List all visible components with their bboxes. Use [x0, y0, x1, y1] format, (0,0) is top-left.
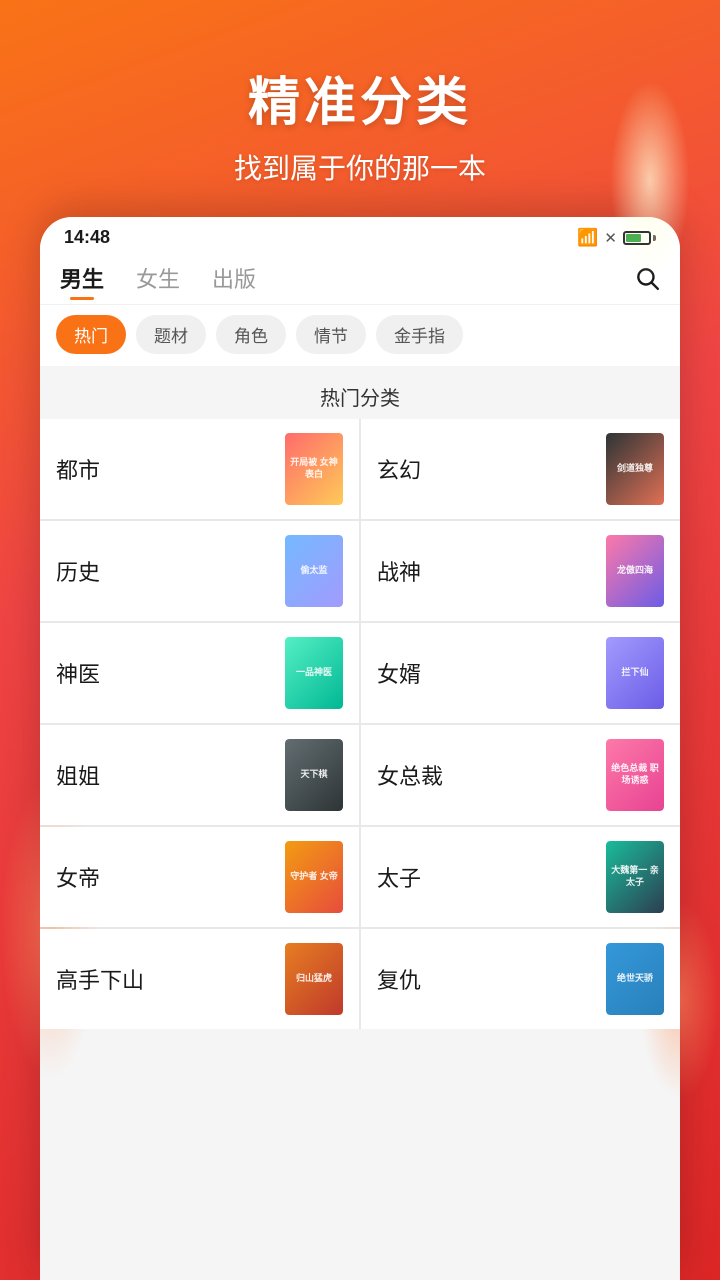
category-name-sonin: 女婿 — [377, 657, 606, 689]
category-name-war: 战神 — [377, 555, 606, 587]
category-cell-ceo[interactable]: 女总裁绝色总裁 职场诱惑 — [361, 725, 680, 825]
cover-img-empress: 守护者 女帝 — [285, 841, 343, 913]
status-icons: 📶 ✕ — [577, 228, 656, 248]
book-cover-doctor: 一品神医 — [285, 637, 343, 709]
section-title: 热门分类 — [40, 366, 680, 419]
category-cell-history[interactable]: 历史偷太监 — [40, 521, 359, 621]
book-cover-empress: 守护者 女帝 — [285, 841, 343, 913]
cover-text-prince: 大魏第一 亲太子 — [606, 861, 664, 892]
hero-section: 精准分类 找到属于你的那一本 — [0, 0, 720, 217]
category-cell-master[interactable]: 高手下山归山猛虎 — [40, 929, 359, 1029]
battery-fill — [626, 234, 641, 242]
category-cell-fantasy[interactable]: 玄幻剑道独尊 — [361, 419, 680, 519]
hero-subtitle: 找到属于你的那一本 — [40, 147, 680, 187]
cover-img-prince: 大魏第一 亲太子 — [606, 841, 664, 913]
category-cell-doctor[interactable]: 神医一品神医 — [40, 623, 359, 723]
category-name-doctor: 神医 — [56, 657, 285, 689]
tab-male[interactable]: 男生 — [60, 262, 104, 300]
book-cover-sonin: 拦下仙 — [606, 637, 664, 709]
cover-img-ceo: 绝色总裁 职场诱惑 — [606, 739, 664, 811]
category-cell-sonin[interactable]: 女婿拦下仙 — [361, 623, 680, 723]
filter-chips: 热门 题材 角色 情节 金手指 — [40, 305, 680, 366]
wifi-icon: 📶 — [577, 228, 598, 248]
book-cover-master: 归山猛虎 — [285, 943, 343, 1015]
status-time: 14:48 — [64, 227, 110, 248]
cover-img-sister: 天下棋 — [285, 739, 343, 811]
status-bar: 14:48 📶 ✕ — [40, 217, 680, 254]
book-cover-fantasy: 剑道独尊 — [606, 433, 664, 505]
cover-text-history: 偷太监 — [296, 561, 331, 581]
chip-theme[interactable]: 题材 — [136, 315, 206, 354]
cover-text-sonin: 拦下仙 — [617, 663, 652, 683]
cover-text-sister: 天下棋 — [296, 765, 331, 785]
category-name-sister: 姐姐 — [56, 759, 285, 791]
cover-text-fantasy: 剑道独尊 — [613, 459, 657, 479]
chip-golden[interactable]: 金手指 — [376, 315, 463, 354]
category-name-fantasy: 玄幻 — [377, 453, 606, 485]
category-name-ceo: 女总裁 — [377, 759, 606, 791]
book-cover-city: 开局被 女神表白 — [285, 433, 343, 505]
category-cell-empress[interactable]: 女帝守护者 女帝 — [40, 827, 359, 927]
hero-title: 精准分类 — [40, 60, 680, 135]
book-cover-sister: 天下棋 — [285, 739, 343, 811]
battery-tip — [653, 235, 656, 241]
cover-img-sonin: 拦下仙 — [606, 637, 664, 709]
nav-tabs: 男生 女生 出版 — [40, 254, 680, 305]
category-name-revenge: 复仇 — [377, 963, 606, 995]
chip-plot[interactable]: 情节 — [296, 315, 366, 354]
cover-text-doctor: 一品神医 — [292, 663, 336, 683]
cover-text-empress: 守护者 女帝 — [286, 867, 342, 887]
cover-text-war: 龙傲四海 — [613, 561, 657, 581]
cover-img-revenge: 绝世天骄 — [606, 943, 664, 1015]
tab-publish[interactable]: 出版 — [212, 262, 256, 300]
content-area: 热门分类 都市开局被 女神表白玄幻剑道独尊历史偷太监战神龙傲四海神医一品神医女婿… — [40, 366, 680, 1280]
chip-role[interactable]: 角色 — [216, 315, 286, 354]
book-cover-history: 偷太监 — [285, 535, 343, 607]
category-name-city: 都市 — [56, 453, 285, 485]
search-icon[interactable] — [634, 265, 660, 298]
cover-img-fantasy: 剑道独尊 — [606, 433, 664, 505]
book-cover-revenge: 绝世天骄 — [606, 943, 664, 1015]
category-cell-city[interactable]: 都市开局被 女神表白 — [40, 419, 359, 519]
category-cell-sister[interactable]: 姐姐天下棋 — [40, 725, 359, 825]
cover-text-city: 开局被 女神表白 — [285, 453, 343, 484]
category-cell-war[interactable]: 战神龙傲四海 — [361, 521, 680, 621]
category-name-master: 高手下山 — [56, 963, 285, 995]
category-name-history: 历史 — [56, 555, 285, 587]
chip-hot[interactable]: 热门 — [56, 315, 126, 354]
cover-img-master: 归山猛虎 — [285, 943, 343, 1015]
category-name-empress: 女帝 — [56, 861, 285, 893]
cover-img-city: 开局被 女神表白 — [285, 433, 343, 505]
battery-indicator — [623, 231, 656, 245]
cover-text-ceo: 绝色总裁 职场诱惑 — [606, 759, 664, 790]
cover-text-revenge: 绝世天骄 — [613, 969, 657, 989]
category-name-prince: 太子 — [377, 861, 606, 893]
tab-female[interactable]: 女生 — [136, 262, 180, 300]
category-grid: 都市开局被 女神表白玄幻剑道独尊历史偷太监战神龙傲四海神医一品神医女婿拦下仙姐姐… — [40, 419, 680, 1029]
signal-icon: ✕ — [604, 229, 617, 247]
book-cover-prince: 大魏第一 亲太子 — [606, 841, 664, 913]
cover-img-history: 偷太监 — [285, 535, 343, 607]
book-cover-ceo: 绝色总裁 职场诱惑 — [606, 739, 664, 811]
category-cell-prince[interactable]: 太子大魏第一 亲太子 — [361, 827, 680, 927]
cover-text-master: 归山猛虎 — [292, 969, 336, 989]
category-cell-revenge[interactable]: 复仇绝世天骄 — [361, 929, 680, 1029]
battery-body — [623, 231, 651, 245]
phone-frame: 14:48 📶 ✕ 男生 女生 出版 热门 题材 角色 情节 — [40, 217, 680, 1280]
cover-img-doctor: 一品神医 — [285, 637, 343, 709]
book-cover-war: 龙傲四海 — [606, 535, 664, 607]
cover-img-war: 龙傲四海 — [606, 535, 664, 607]
